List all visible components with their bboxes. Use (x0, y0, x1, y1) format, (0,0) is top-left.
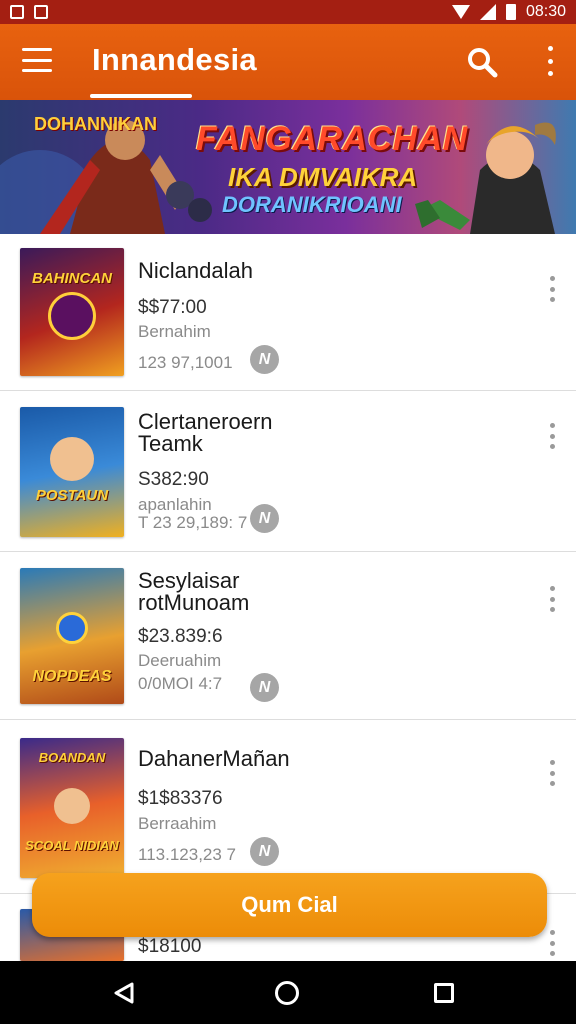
hamburger-menu-icon[interactable] (22, 48, 52, 72)
game-price: $23.839:6 (138, 626, 223, 647)
promo-banner[interactable]: DOHANNIKAN FANGARACHAN IKA DMVAIKRA DORA… (0, 100, 576, 234)
game-list-item[interactable]: NOPDEAS Sesylaisar rotMunoam $23.839:6 D… (0, 552, 576, 720)
game-developer: Deeruahim (138, 651, 222, 670)
game-thumbnail: NOPDEAS (20, 568, 124, 704)
battery-icon (505, 4, 516, 20)
game-developer: Bernahim (138, 322, 211, 341)
install-icon[interactable]: N (250, 345, 279, 374)
game-title: Niclandalah (138, 260, 253, 282)
home-icon[interactable] (275, 981, 299, 1005)
install-icon[interactable]: N (250, 673, 279, 702)
wifi-icon (451, 5, 470, 19)
thumbnail-label: POSTAUN (35, 487, 109, 504)
install-icon[interactable]: N (250, 504, 279, 533)
recent-apps-icon[interactable] (434, 983, 454, 1003)
game-download-count: 123 97,1001 (138, 353, 233, 372)
banner-headline: FANGARACHAN (196, 120, 468, 158)
banner-logo-text: DOHANNIKAN (34, 114, 157, 134)
game-price: $1$83376 (138, 788, 223, 809)
status-bar: 08:30 (0, 0, 576, 24)
game-title-line: DahanerMañan (138, 746, 290, 771)
item-overflow-icon[interactable] (550, 586, 556, 612)
status-right: 08:30 (451, 3, 566, 21)
game-title-line: Clertaneroern (138, 409, 273, 434)
game-thumbnail: BOANDAN SCOAL NIDIAN (20, 738, 124, 878)
thumbnail-label: BAHINCAN (32, 270, 112, 287)
photo-notification-icon (34, 5, 48, 19)
banner-tagline: DORANIKRIOANI (222, 192, 402, 217)
back-icon[interactable] (112, 981, 136, 1005)
app-bar: Innandesia (0, 24, 576, 100)
primary-action-button[interactable]: Qum Cial (32, 873, 547, 937)
game-price: S382:90 (138, 469, 209, 490)
item-overflow-icon[interactable] (550, 760, 556, 786)
game-download-count: T 23 29,189: 7 (138, 513, 248, 532)
item-overflow-icon[interactable] (550, 423, 556, 449)
status-left (10, 5, 48, 19)
game-title-line: Teamk (138, 431, 203, 456)
game-title-line: Niclandalah (138, 258, 253, 283)
app-title: Innandesia (92, 42, 257, 77)
notification-icon (10, 5, 24, 19)
install-icon[interactable]: N (250, 837, 279, 866)
game-list-item[interactable]: POSTAUN Clertaneroern Teamk S382:90 apan… (0, 391, 576, 552)
overflow-menu-icon[interactable] (544, 46, 556, 76)
game-price: $$77:00 (138, 297, 207, 318)
game-download-count: 0/0MOI 4:7 (138, 674, 223, 693)
game-title-line: rotMunoam (138, 590, 250, 615)
system-nav-bar (0, 961, 576, 1024)
title-underline (90, 94, 192, 98)
game-developer: apanlahin (138, 495, 212, 514)
game-developer: Berraahim (138, 814, 217, 833)
game-title: Sesylaisar rotMunoam (138, 570, 249, 614)
game-title-line: Sesylaisar (138, 568, 240, 593)
search-icon[interactable] (466, 46, 498, 78)
game-download-count: 113.123,23 7 (138, 845, 236, 864)
thumbnail-label: SCOAL NIDIAN (25, 838, 119, 853)
game-price: $18100 (138, 936, 202, 957)
game-title: Clertaneroern Teamk (138, 411, 273, 455)
game-thumbnail: BAHINCAN (20, 248, 124, 376)
banner-subheadline: IKA DMVAIKRA (228, 162, 418, 192)
status-time: 08:30 (525, 3, 566, 20)
game-title: DahanerMañan (138, 748, 290, 770)
item-overflow-icon[interactable] (550, 276, 556, 302)
signal-icon (479, 4, 496, 20)
game-list-item[interactable]: BAHINCAN Niclandalah $$77:00 Bernahim 12… (0, 234, 576, 391)
game-list-item[interactable]: BOANDAN SCOAL NIDIAN DahanerMañan $1$833… (0, 720, 576, 894)
thumbnail-label: NOPDEAS (32, 668, 112, 685)
item-overflow-icon[interactable] (550, 930, 556, 956)
game-thumbnail: POSTAUN (20, 407, 124, 537)
thumbnail-small-label: BOANDAN (38, 750, 106, 765)
